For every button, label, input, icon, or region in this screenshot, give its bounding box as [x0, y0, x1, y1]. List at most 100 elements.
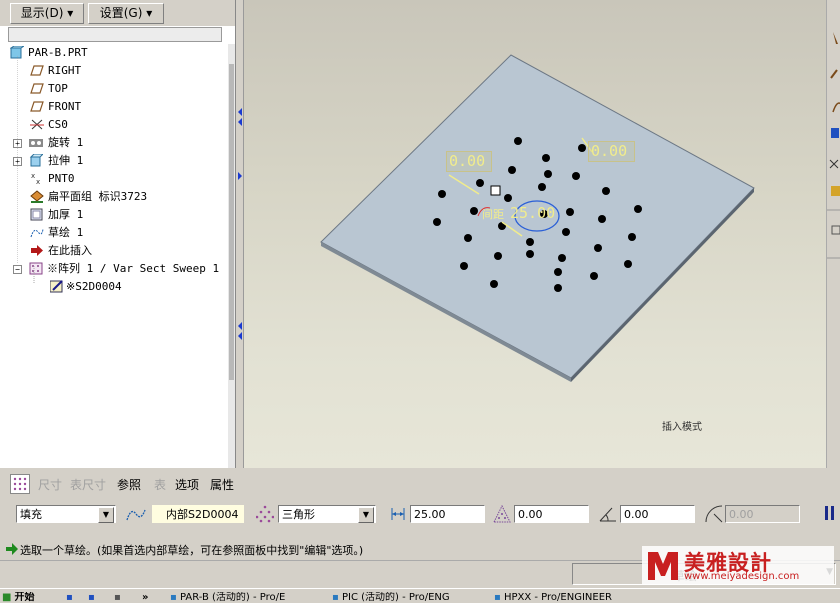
- tree-item-cs0[interactable]: CS0: [30, 116, 220, 134]
- tab-table-dimensions[interactable]: 表尺寸: [70, 476, 106, 493]
- hole[interactable]: [476, 179, 484, 187]
- hole[interactable]: [470, 207, 478, 215]
- sketch-reference-field[interactable]: 内部S2D0004: [152, 505, 244, 523]
- right-toolbar: [826, 0, 840, 468]
- tree-item-insert-here[interactable]: 在此插入: [30, 242, 220, 260]
- spacing-dim-box[interactable]: 间距 25.00: [482, 204, 566, 223]
- tab-table[interactable]: 表: [154, 476, 166, 493]
- tree-item-top[interactable]: TOP: [30, 80, 220, 98]
- rotation-angle-input[interactable]: 0.00: [620, 505, 695, 523]
- tree-item-front[interactable]: FRONT: [30, 98, 220, 116]
- hole[interactable]: [562, 228, 570, 236]
- dim-value-box[interactable]: 0.00: [446, 151, 492, 172]
- tree-item-right[interactable]: RIGHT: [30, 62, 220, 80]
- hole[interactable]: [460, 262, 468, 270]
- tree-item-s2d0004[interactable]: ※S2D0004: [49, 278, 230, 296]
- hole[interactable]: [598, 215, 606, 223]
- hole[interactable]: [558, 254, 566, 262]
- chevron-down-icon: ▾: [67, 6, 74, 20]
- start-button[interactable]: ■ 开始: [2, 592, 54, 603]
- quicklaunch-icon[interactable]: ▪: [66, 592, 73, 603]
- dashboard-tabbar: 尺寸 表尺寸 参照 表 选项 属性: [0, 469, 840, 498]
- tab-options[interactable]: 选项: [175, 476, 199, 493]
- dim-value-box[interactable]: 0.00: [588, 141, 635, 162]
- panel-splitter[interactable]: [236, 0, 243, 468]
- spacing-icon: [388, 505, 408, 526]
- chevron-down-icon: ▾: [146, 6, 153, 20]
- tree-item-sketch[interactable]: 草绘 1: [30, 224, 220, 242]
- hole[interactable]: [572, 172, 580, 180]
- app-icon: ▪: [332, 592, 339, 603]
- hole[interactable]: [494, 252, 502, 260]
- hole[interactable]: [508, 166, 516, 174]
- hole[interactable]: [464, 234, 472, 242]
- hole[interactable]: [514, 137, 522, 145]
- spacing-input[interactable]: 25.00: [410, 505, 485, 523]
- tree-item-label: 扁平面组 标识3723: [48, 190, 148, 203]
- dashboard-controls: 填充 ▼ 内部S2D0004 三角形 ▼ 25.00 0.00 0.00 0.00: [0, 498, 840, 531]
- boundary-offset-input[interactable]: 0.00: [514, 505, 589, 523]
- pattern-type-select[interactable]: 填充 ▼: [16, 505, 116, 523]
- tree-scrollbar-thumb[interactable]: [229, 64, 234, 380]
- model-canvas[interactable]: [244, 0, 827, 468]
- task-button[interactable]: ▪ PAR-B (活动的) - Pro/E: [170, 592, 320, 603]
- hole[interactable]: [628, 233, 636, 241]
- spacing-value: 25.00: [414, 508, 446, 521]
- tree-item-pnt0[interactable]: xx PNT0: [30, 170, 220, 188]
- quicklaunch-icon[interactable]: ▪: [88, 592, 95, 603]
- display-menu-label: 显示(D): [20, 6, 64, 20]
- sketch-curve-icon[interactable]: [126, 505, 146, 526]
- dim-value-label: 0.00: [591, 142, 628, 160]
- hole[interactable]: [526, 238, 534, 246]
- chevron-down-icon: ▼: [98, 507, 114, 523]
- hole[interactable]: [504, 194, 512, 202]
- splitter-arrows: [238, 108, 242, 340]
- drag-handle-square[interactable]: [490, 185, 501, 196]
- tab-dimensions[interactable]: 尺寸: [38, 476, 62, 493]
- hole[interactable]: [590, 272, 598, 280]
- tree-item-flatten-quilt[interactable]: 扁平面组 标识3723: [30, 188, 230, 206]
- graphics-viewport[interactable]: 0.00 0.00 间距 25.00 插入模式: [243, 0, 827, 468]
- watermark-logo: 美雅設計 www.meiyadesign.com: [642, 546, 834, 584]
- radius-icon: [704, 504, 724, 527]
- quicklaunch-icon[interactable]: ▪: [114, 592, 121, 603]
- hole[interactable]: [538, 183, 546, 191]
- hole[interactable]: [526, 250, 534, 258]
- radius-input[interactable]: 0.00: [725, 505, 800, 523]
- grid-template-select[interactable]: 三角形 ▼: [278, 505, 376, 523]
- task-button[interactable]: ▪ PIC (活动的) - Pro/ENG: [332, 592, 482, 603]
- task-label: PIC (活动的) - Pro/ENG: [341, 592, 450, 603]
- hole[interactable]: [544, 170, 552, 178]
- hole[interactable]: [602, 187, 610, 195]
- dim-value-label: 0.00: [449, 152, 486, 170]
- hole[interactable]: [542, 154, 550, 162]
- hole[interactable]: [578, 144, 586, 152]
- tree-item-thicken[interactable]: 加厚 1: [30, 206, 220, 224]
- tree-search-input[interactable]: [8, 27, 222, 42]
- rotation-angle-value: 0.00: [624, 508, 649, 521]
- hole[interactable]: [624, 260, 632, 268]
- spacing-dim-value: 25.00: [510, 204, 556, 222]
- hole[interactable]: [433, 218, 441, 226]
- chevron-down-icon: ▼: [358, 507, 374, 523]
- display-menu-button[interactable]: 显示(D) ▾: [10, 3, 84, 24]
- brand-mark-icon: [648, 552, 678, 580]
- pattern-feature-icon: [10, 474, 30, 494]
- insert-mode-text: 插入模式: [662, 422, 702, 433]
- boundary-offset-icon: [492, 504, 512, 527]
- hole[interactable]: [554, 268, 562, 276]
- hole[interactable]: [490, 280, 498, 288]
- task-button[interactable]: ▪ HPXX - Pro/ENGINEER: [494, 592, 644, 603]
- hole[interactable]: [566, 208, 574, 216]
- hole[interactable]: [634, 205, 642, 213]
- pause-icon[interactable]: [824, 506, 835, 520]
- hole[interactable]: [594, 244, 602, 252]
- hole[interactable]: [438, 190, 446, 198]
- tab-references[interactable]: 参照: [117, 476, 141, 493]
- tree-menubar: 显示(D) ▾ 设置(G) ▾: [0, 0, 235, 26]
- tab-properties[interactable]: 属性: [210, 476, 234, 493]
- settings-menu-button[interactable]: 设置(G) ▾: [88, 3, 164, 24]
- chevron-right-icon[interactable]: »: [142, 592, 148, 603]
- task-label: PAR-B (活动的) - Pro/E: [179, 592, 286, 603]
- hole[interactable]: [554, 284, 562, 292]
